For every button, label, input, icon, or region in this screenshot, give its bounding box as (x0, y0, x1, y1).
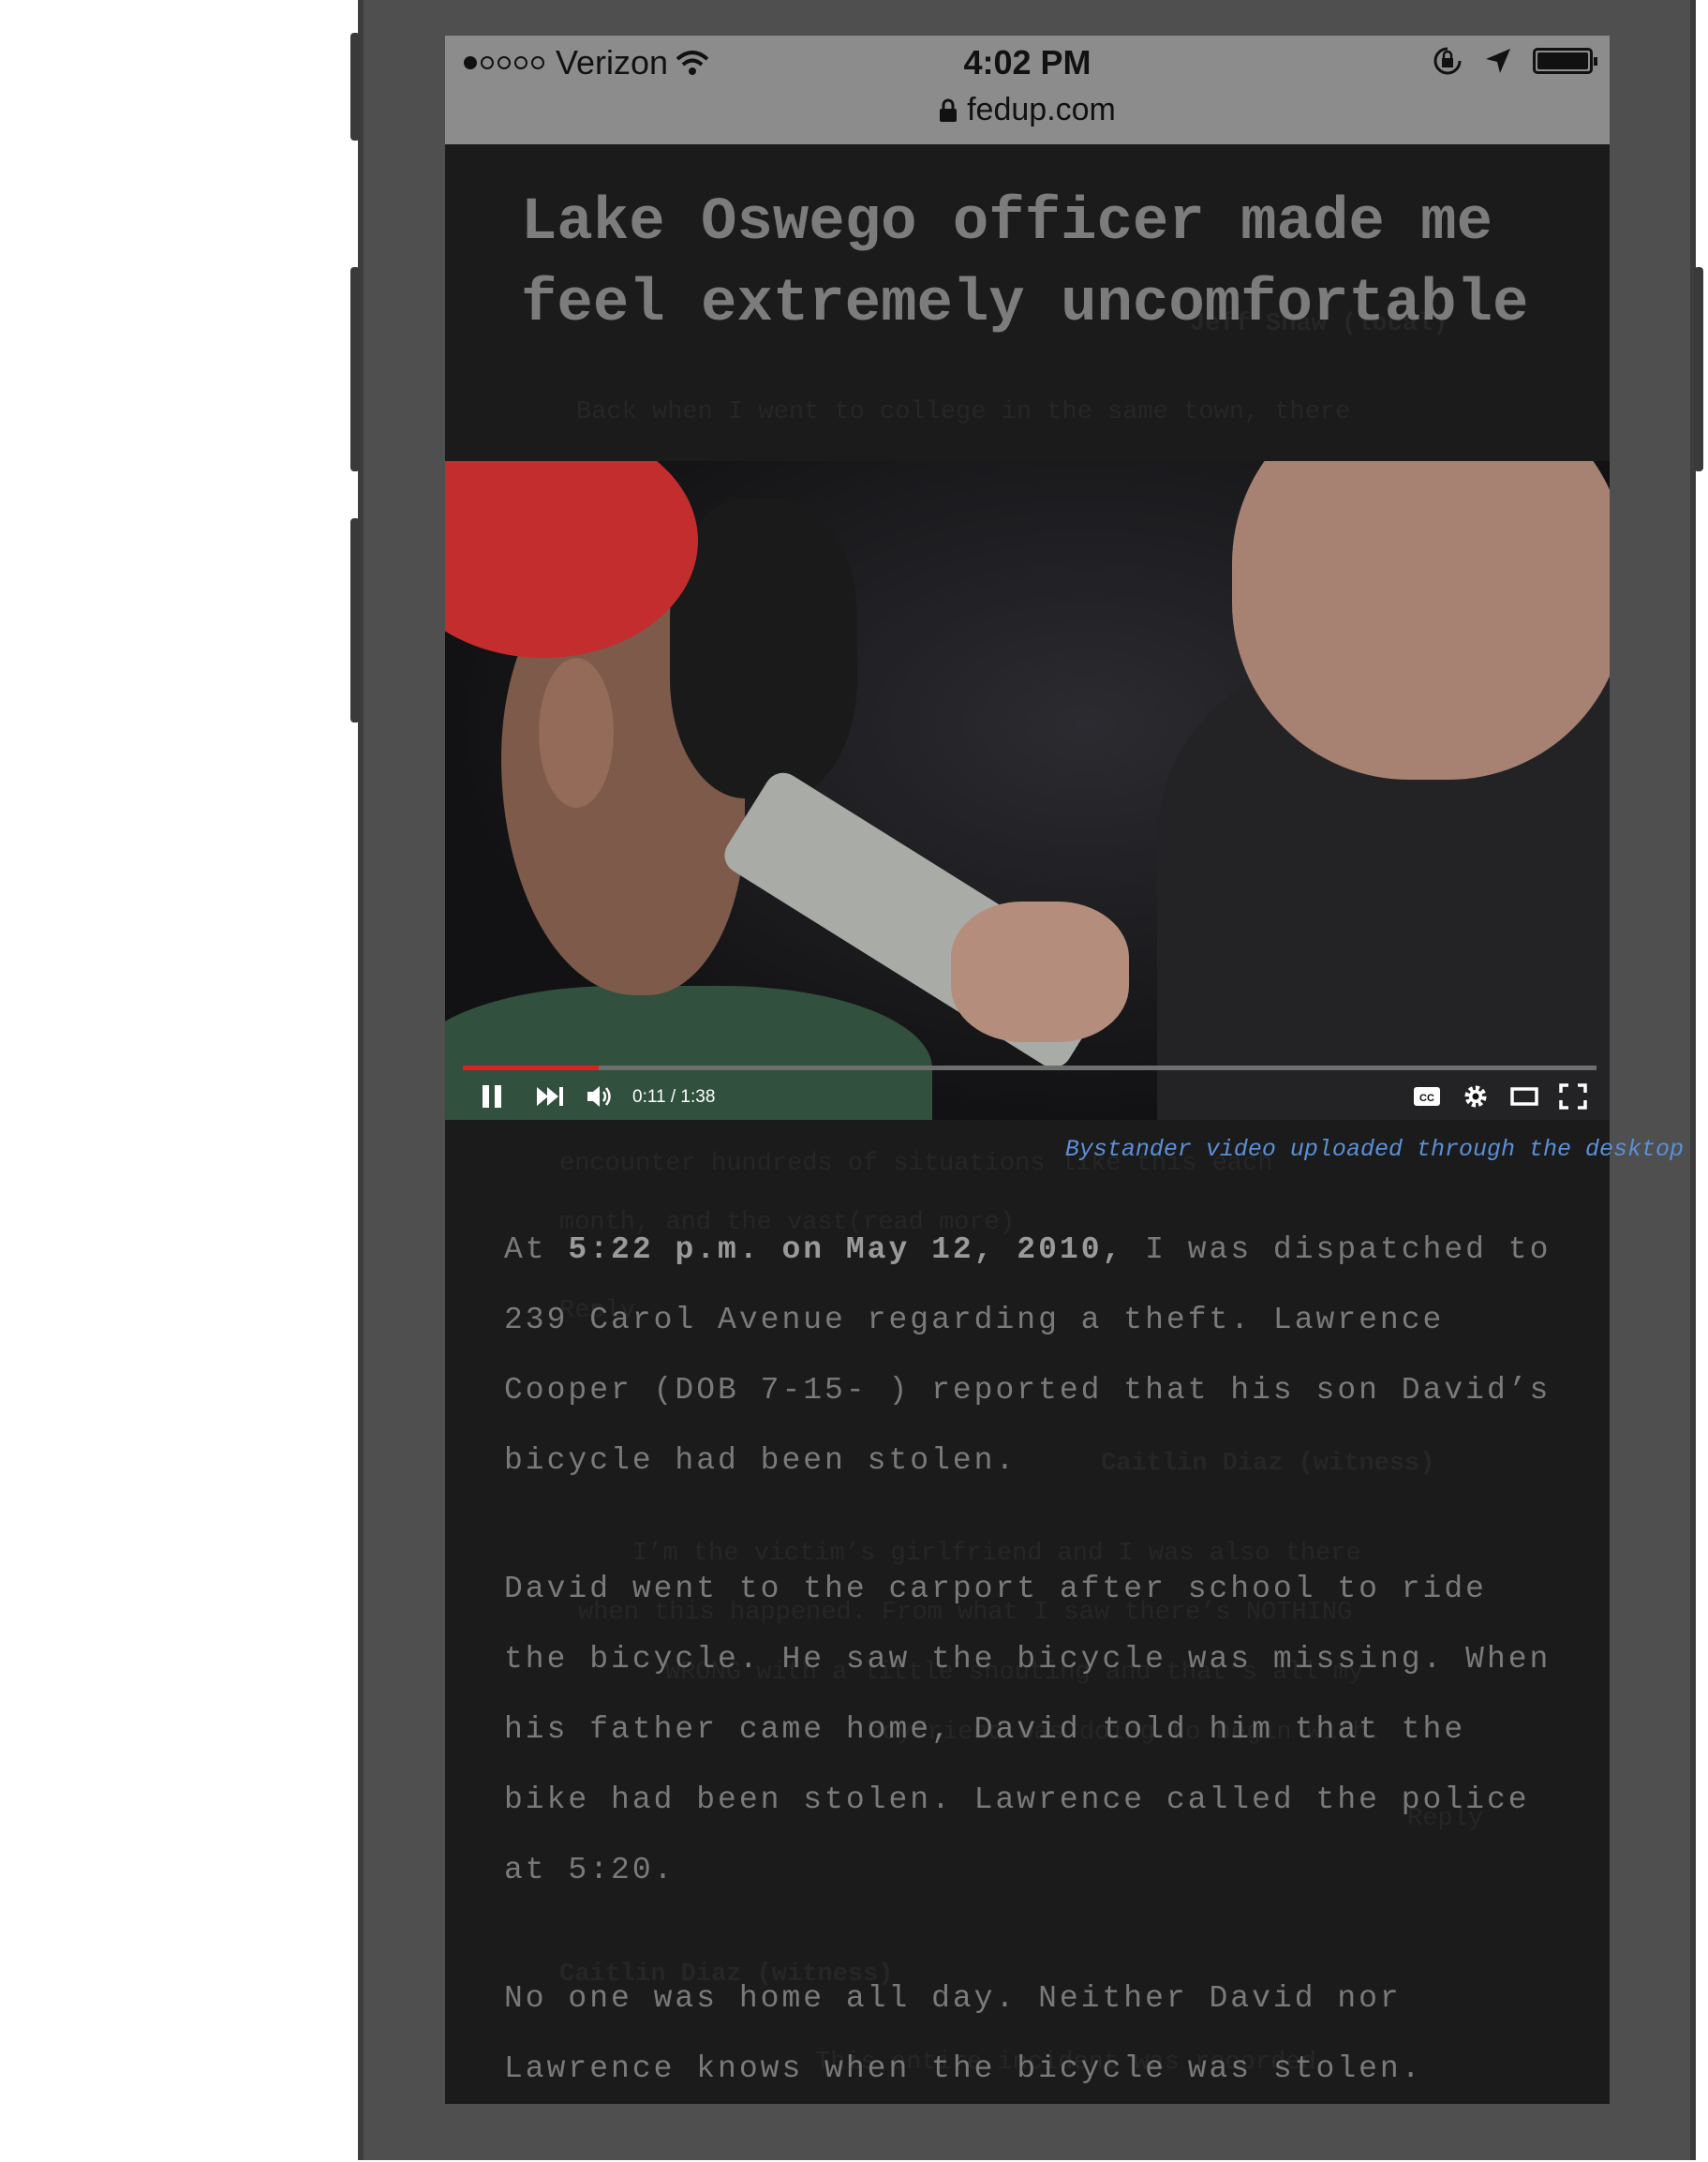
settings-button[interactable] (1459, 1080, 1493, 1113)
mute-switch (350, 33, 360, 141)
ghost-comment-line: Back when I went to college in the same … (576, 398, 1351, 426)
volume-down-button (350, 518, 360, 723)
theater-mode-button[interactable] (1507, 1080, 1541, 1113)
video-controls: 0:11 / 1:38 CC (445, 1080, 1610, 1119)
cc-icon: CC (1414, 1087, 1440, 1106)
video-progress-bar[interactable] (463, 1066, 1597, 1070)
volume-button[interactable] (582, 1080, 619, 1113)
highlighted-date: 5:22 p.m. on May 12, 2010, (568, 1232, 1124, 1267)
volume-icon (587, 1086, 611, 1107)
fullscreen-button[interactable] (1556, 1080, 1590, 1113)
video-progress-played (463, 1066, 600, 1070)
svg-text:CC: CC (1419, 1093, 1434, 1104)
status-icons (1432, 45, 1597, 77)
address-bar[interactable]: fedup.com (445, 92, 1610, 128)
location-arrow-icon (1486, 49, 1510, 73)
settings-icon (1464, 1085, 1487, 1108)
fullscreen-icon (1559, 1083, 1587, 1110)
article-paragraph: At 5:22 p.m. on May 12, 2010, I was disp… (504, 1232, 1552, 1478)
captions-button[interactable]: CC (1410, 1080, 1444, 1113)
pause-button[interactable] (473, 1080, 511, 1113)
pause-icon (483, 1085, 501, 1108)
volume-up-button (350, 267, 360, 471)
video-caption: Bystander video uploaded through the des… (1064, 1136, 1684, 1163)
theater-mode-icon (1510, 1087, 1538, 1106)
next-icon (537, 1087, 563, 1106)
video-time: 0:11 / 1:38 (632, 1087, 716, 1107)
article-title: Lake Oswego officer made me feel extreme… (521, 189, 1529, 338)
battery-icon (1533, 48, 1597, 74)
power-button (1694, 267, 1703, 471)
status-bar: Verizon 4:02 PM fedup.com (445, 36, 1610, 144)
article-paragraph: David went to the carport after school t… (504, 1572, 1552, 1887)
video-player[interactable]: 0:11 / 1:38 CC (445, 461, 1610, 1120)
lock-icon (940, 98, 958, 122)
next-button[interactable] (531, 1080, 569, 1113)
url-text: fedup.com (967, 92, 1116, 127)
rotation-lock-icon (1433, 47, 1462, 75)
article-paragraph: No one was home all day. Neither David n… (504, 1981, 1423, 2086)
article-body: At 5:22 p.m. on May 12, 2010, I was disp… (504, 1215, 1572, 2162)
